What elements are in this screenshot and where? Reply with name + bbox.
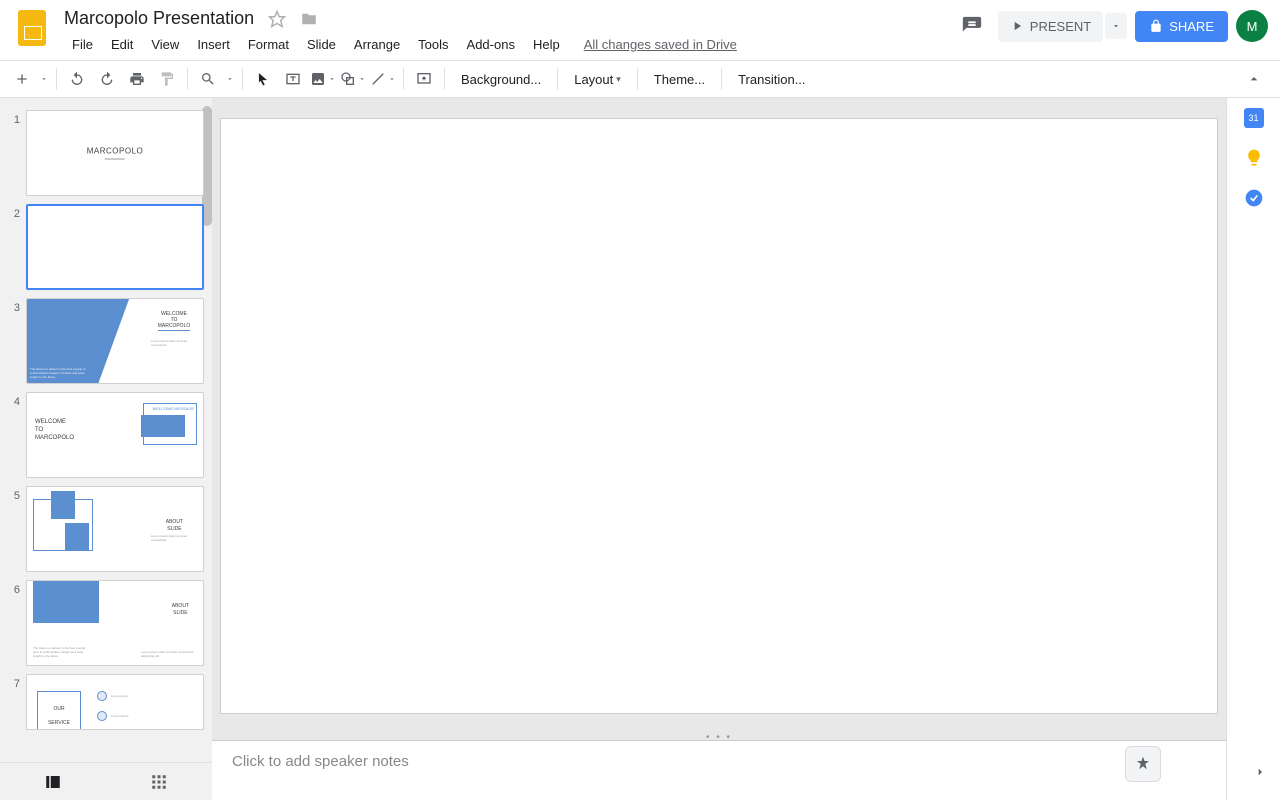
- new-slide-dropdown[interactable]: [38, 65, 50, 93]
- share-label: SHARE: [1169, 19, 1214, 34]
- menu-view[interactable]: View: [143, 33, 187, 56]
- zoom-dropdown[interactable]: [224, 65, 236, 93]
- comments-button[interactable]: [954, 8, 990, 44]
- print-button[interactable]: [123, 65, 151, 93]
- speaker-notes[interactable]: Click to add speaker notes: [212, 740, 1226, 800]
- new-slide-button[interactable]: [8, 65, 36, 93]
- paint-format-button[interactable]: [153, 65, 181, 93]
- slide-canvas[interactable]: [220, 118, 1218, 714]
- filmstrip-view-icon[interactable]: [44, 773, 62, 791]
- shape-tool[interactable]: [339, 65, 367, 93]
- menu-insert[interactable]: Insert: [189, 33, 238, 56]
- slide-thumb-4[interactable]: WELCOMETOMARCOPOLO WELCOME MESSAGE: [26, 392, 204, 478]
- slide-thumb-3[interactable]: WELCOMETOMARCOPOLO Lorem ipsum dolor sit…: [26, 298, 204, 384]
- image-tool[interactable]: [309, 65, 337, 93]
- menu-arrange[interactable]: Arrange: [346, 33, 408, 56]
- zoom-button[interactable]: [194, 65, 222, 93]
- keep-icon[interactable]: [1244, 148, 1264, 168]
- layout-button[interactable]: Layout: [564, 65, 631, 93]
- document-title[interactable]: Marcopolo Presentation: [64, 8, 254, 29]
- present-button[interactable]: PRESENT: [998, 11, 1103, 42]
- user-avatar[interactable]: M: [1236, 10, 1268, 42]
- app-logo[interactable]: [12, 8, 52, 48]
- slide-number: 4: [4, 392, 26, 478]
- side-panel: 31: [1226, 98, 1280, 800]
- slide-number: 7: [4, 674, 26, 730]
- slide-number: 5: [4, 486, 26, 572]
- filmstrip: 1 MARCOPOLO 2 3 WELCOMETOMARCOPOLO Lorem…: [0, 98, 212, 800]
- slide-thumb-2[interactable]: [26, 204, 204, 290]
- present-label: PRESENT: [1030, 19, 1091, 34]
- folder-icon[interactable]: [300, 10, 318, 28]
- calendar-icon[interactable]: 31: [1244, 108, 1264, 128]
- line-tool[interactable]: [369, 65, 397, 93]
- undo-button[interactable]: [63, 65, 91, 93]
- redo-button[interactable]: [93, 65, 121, 93]
- slide-thumb-7[interactable]: OURSERVICE Lorem ipsumLorem ipsum: [26, 674, 204, 730]
- present-dropdown[interactable]: [1105, 13, 1127, 39]
- menu-tools[interactable]: Tools: [410, 33, 456, 56]
- save-status[interactable]: All changes saved in Drive: [584, 33, 737, 56]
- slide-number: 3: [4, 298, 26, 384]
- hide-menus-button[interactable]: [1236, 71, 1272, 87]
- theme-button[interactable]: Theme...: [644, 65, 715, 93]
- comment-tool[interactable]: [410, 65, 438, 93]
- toolbar: Background... Layout Theme... Transition…: [0, 60, 1280, 98]
- menu-bar: File Edit View Insert Format Slide Arran…: [64, 33, 954, 56]
- slide-number: 6: [4, 580, 26, 666]
- slide-number: 1: [4, 110, 26, 196]
- background-button[interactable]: Background...: [451, 65, 551, 93]
- textbox-tool[interactable]: [279, 65, 307, 93]
- explore-button[interactable]: [1125, 746, 1161, 782]
- slide-thumb-6[interactable]: ABOUTSLIDE The idea is to deliver in the…: [26, 580, 204, 666]
- slide-thumb-1[interactable]: MARCOPOLO: [26, 110, 204, 196]
- menu-file[interactable]: File: [64, 33, 101, 56]
- slide-number: 2: [4, 204, 26, 290]
- menu-format[interactable]: Format: [240, 33, 297, 56]
- menu-slide[interactable]: Slide: [299, 33, 344, 56]
- share-button[interactable]: SHARE: [1135, 11, 1228, 42]
- star-icon[interactable]: [268, 10, 286, 28]
- select-tool[interactable]: [249, 65, 277, 93]
- menu-addons[interactable]: Add-ons: [459, 33, 523, 56]
- side-panel-expand[interactable]: [1252, 764, 1268, 780]
- menu-help[interactable]: Help: [525, 33, 568, 56]
- tasks-icon[interactable]: [1244, 188, 1264, 208]
- slide-thumb-5[interactable]: ABOUTSLIDE Lorem ipsum dolor sit amet co…: [26, 486, 204, 572]
- grid-view-icon[interactable]: [150, 773, 168, 791]
- menu-edit[interactable]: Edit: [103, 33, 141, 56]
- thumb-title: MARCOPOLO: [87, 147, 144, 160]
- transition-button[interactable]: Transition...: [728, 65, 815, 93]
